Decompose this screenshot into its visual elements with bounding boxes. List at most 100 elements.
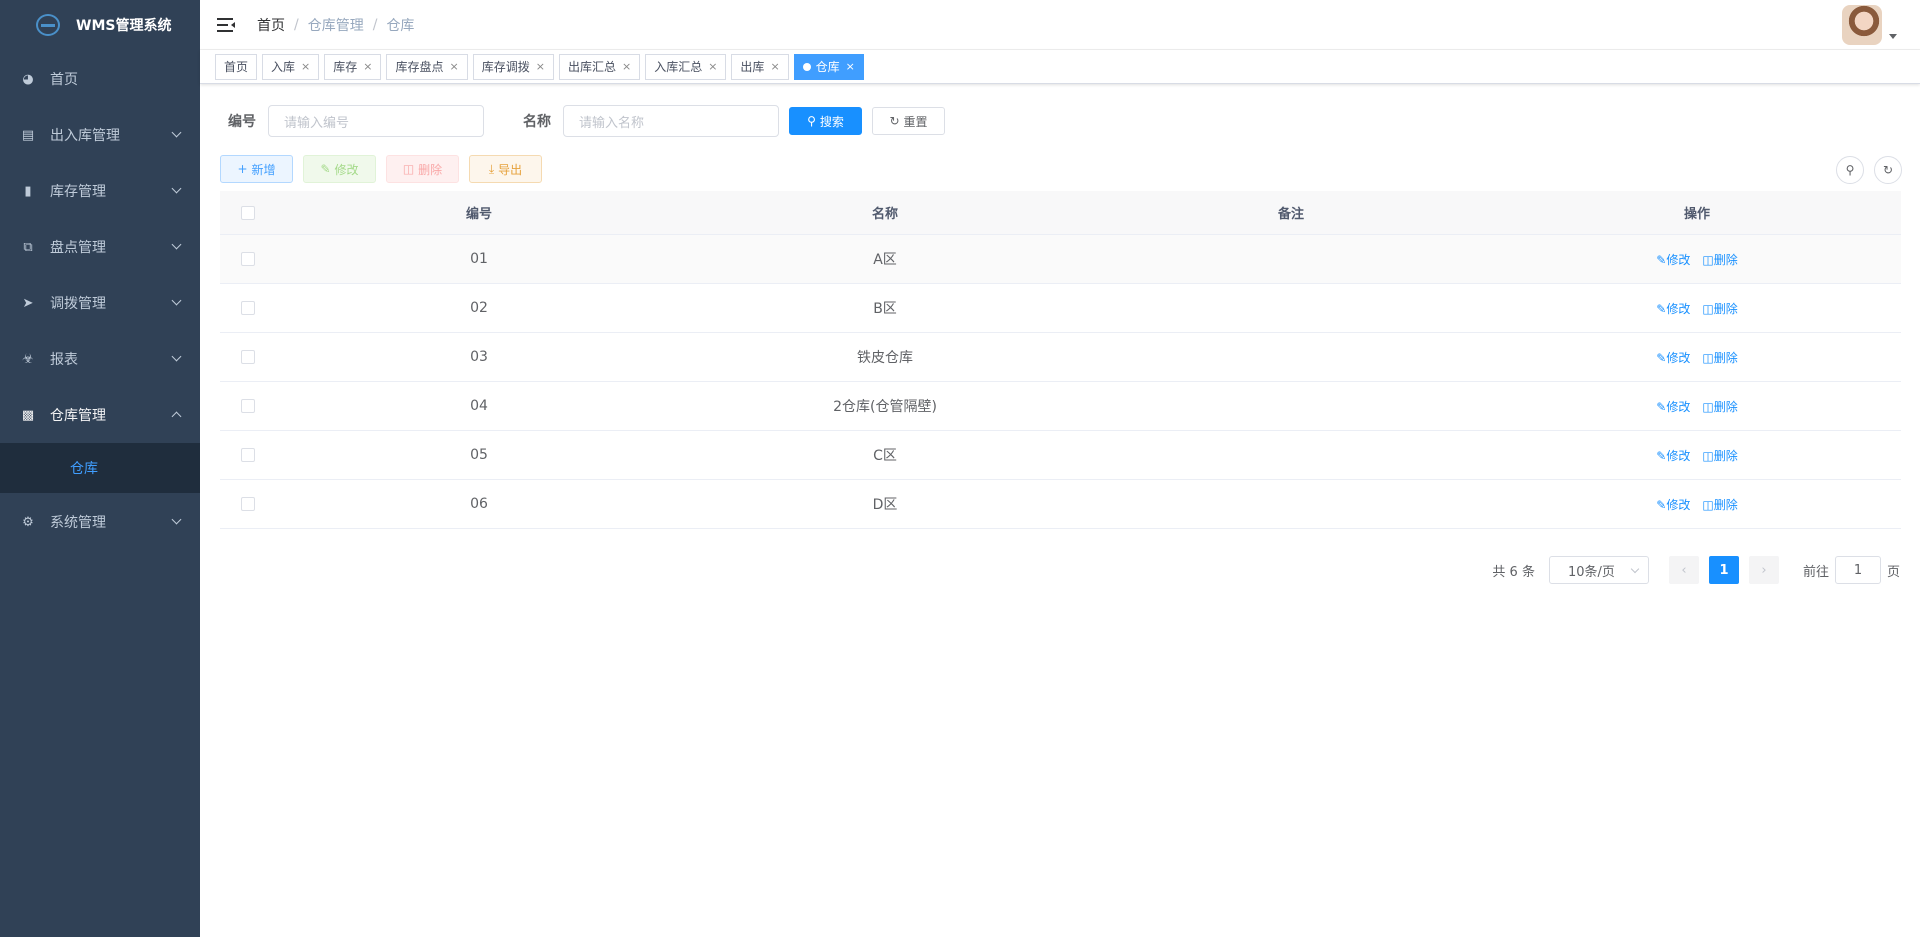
download-icon: ⤓ bbox=[488, 161, 495, 176]
refresh-button[interactable]: ↻ bbox=[1874, 156, 1902, 184]
export-button-label: 导出 bbox=[498, 162, 523, 177]
chevron-down-icon bbox=[171, 183, 182, 194]
tag-label: 出库汇总 bbox=[567, 60, 616, 74]
tag-label: 出库 bbox=[740, 60, 765, 74]
prev-page-button[interactable]: ‹ bbox=[1668, 556, 1699, 584]
trash-icon: ◫ bbox=[1702, 301, 1714, 316]
breadcrumb-home[interactable]: 首页 bbox=[257, 15, 285, 35]
sidebar-item-home[interactable]: ◕ 首页 bbox=[0, 51, 200, 107]
logo[interactable]: WMS管理系统 bbox=[0, 0, 200, 50]
search-button[interactable]: ⚲ 搜索 bbox=[789, 107, 862, 135]
tag-inventory[interactable]: 库存 × bbox=[324, 53, 382, 80]
caret-down-icon[interactable] bbox=[1889, 34, 1897, 39]
row-edit-link[interactable]: ✎修改 bbox=[1656, 447, 1690, 464]
row-delete-link[interactable]: ◫删除 bbox=[1702, 349, 1737, 366]
sidebar-subitem-warehouse[interactable]: 仓库 bbox=[0, 443, 200, 493]
close-icon[interactable]: × bbox=[301, 60, 310, 73]
sidebar-item-label: 库存管理 bbox=[50, 184, 106, 200]
edit-icon: ✎ bbox=[320, 162, 331, 176]
row-checkbox[interactable] bbox=[241, 497, 255, 511]
tag-warehouse[interactable]: 仓库 × bbox=[793, 53, 864, 80]
select-all-checkbox[interactable] bbox=[241, 205, 255, 220]
page-size-select[interactable]: 10条/页 bbox=[1548, 556, 1649, 584]
toggle-search-button[interactable]: ⚲ bbox=[1836, 156, 1864, 184]
row-delete-link[interactable]: ◫删除 bbox=[1702, 398, 1737, 415]
sidebar-item-report[interactable]: ☣ 报表 bbox=[0, 331, 200, 387]
avatar[interactable] bbox=[1842, 5, 1882, 45]
tag-outbound[interactable]: 出库 × bbox=[731, 53, 789, 80]
row-edit-link[interactable]: ✎修改 bbox=[1656, 349, 1690, 366]
name-input[interactable]: 请输入名称 bbox=[563, 105, 779, 137]
table-row[interactable]: 06 D区 ✎修改 ◫删除 bbox=[220, 480, 1901, 529]
search-button-label: 搜索 bbox=[819, 114, 844, 129]
copy-icon: ⧉ bbox=[23, 239, 33, 255]
add-button[interactable]: + 新增 bbox=[220, 155, 293, 183]
pagination-total: 共 6 条 bbox=[1492, 564, 1535, 580]
cell-code: 02 bbox=[470, 300, 488, 316]
sidebar-item-warehouse[interactable]: ▩ 仓库管理 bbox=[0, 387, 200, 443]
tag-outbound-summary[interactable]: 出库汇总 × bbox=[558, 53, 641, 80]
header-actions: 操作 bbox=[1683, 207, 1710, 222]
close-icon[interactable]: × bbox=[536, 60, 545, 73]
row-checkbox[interactable] bbox=[241, 399, 255, 413]
table-row[interactable]: 04 2仓库(仓管隔壁) ✎修改 ◫删除 bbox=[220, 382, 1901, 431]
code-input[interactable]: 请输入编号 bbox=[268, 105, 484, 137]
sidebar-item-transfer[interactable]: ➤ 调拨管理 bbox=[0, 275, 200, 331]
row-edit-link[interactable]: ✎修改 bbox=[1656, 496, 1690, 513]
sidebar-item-inventory[interactable]: ▮ 库存管理 bbox=[0, 163, 200, 219]
chevron-down-icon bbox=[1630, 564, 1640, 573]
hamburger-icon[interactable] bbox=[217, 17, 235, 32]
tag-label: 库存调拨 bbox=[481, 60, 530, 74]
table-row[interactable]: 02 B区 ✎修改 ◫删除 bbox=[220, 284, 1901, 333]
row-edit-link[interactable]: ✎修改 bbox=[1656, 251, 1690, 268]
edit-button-label: 修改 bbox=[334, 162, 359, 177]
refresh-icon: ↻ bbox=[1882, 163, 1894, 177]
edit-icon: ✎ bbox=[1656, 252, 1667, 267]
close-icon[interactable]: × bbox=[450, 60, 459, 73]
close-icon[interactable]: × bbox=[363, 60, 372, 73]
sidebar-item-system[interactable]: ⚙ 系统管理 bbox=[0, 494, 200, 550]
row-checkbox[interactable] bbox=[241, 252, 255, 266]
tag-home[interactable]: 首页 bbox=[215, 53, 258, 80]
tag-stocktake[interactable]: 库存盘点 × bbox=[386, 53, 468, 80]
row-delete-link[interactable]: ◫删除 bbox=[1702, 447, 1737, 464]
tag-transfer[interactable]: 库存调拨 × bbox=[472, 53, 554, 80]
tag-inbound[interactable]: 入库 × bbox=[262, 53, 320, 80]
table-row[interactable]: 01 A区 ✎修改 ◫删除 bbox=[220, 235, 1901, 284]
close-icon[interactable]: × bbox=[846, 60, 855, 73]
export-button[interactable]: ⤓ 导出 bbox=[469, 155, 542, 183]
cell-name: D区 bbox=[872, 497, 898, 513]
sidebar-item-label: 首页 bbox=[50, 72, 78, 88]
row-edit-label: 修改 bbox=[1666, 252, 1691, 267]
tag-label: 首页 bbox=[224, 60, 249, 74]
close-icon[interactable]: × bbox=[708, 60, 717, 73]
cell-actions: ✎修改 ◫删除 bbox=[1494, 349, 1900, 366]
trash-icon: ◫ bbox=[1702, 252, 1714, 267]
sidebar-item-inout[interactable]: ▤ 出入库管理 bbox=[0, 107, 200, 163]
row-edit-link[interactable]: ✎修改 bbox=[1656, 398, 1690, 415]
reset-button[interactable]: ↻ 重置 bbox=[872, 107, 945, 135]
table-row[interactable]: 05 C区 ✎修改 ◫删除 bbox=[220, 431, 1901, 480]
delete-button[interactable]: ◫ 删除 bbox=[386, 155, 459, 183]
code-label: 编号 bbox=[228, 114, 256, 130]
row-edit-link[interactable]: ✎修改 bbox=[1656, 300, 1690, 317]
row-edit-label: 修改 bbox=[1666, 350, 1691, 365]
tag-inbound-summary[interactable]: 入库汇总 × bbox=[645, 53, 727, 80]
goto-page-input[interactable]: 1 bbox=[1834, 556, 1881, 584]
row-delete-link[interactable]: ◫删除 bbox=[1702, 496, 1737, 513]
row-delete-link[interactable]: ◫删除 bbox=[1702, 251, 1737, 268]
close-icon[interactable]: × bbox=[622, 60, 631, 73]
sidebar-item-stocktake[interactable]: ⧉ 盘点管理 bbox=[0, 219, 200, 275]
search-form: 编号 请输入编号 名称 请输入名称 ⚲ 搜索 ↻ 重置 bbox=[220, 105, 945, 137]
row-checkbox[interactable] bbox=[241, 350, 255, 364]
table-row[interactable]: 03 铁皮仓库 ✎修改 ◫删除 bbox=[220, 333, 1901, 382]
page-number-current[interactable]: 1 bbox=[1708, 556, 1739, 584]
edit-button[interactable]: ✎ 修改 bbox=[303, 155, 376, 183]
cell-code: 01 bbox=[470, 251, 488, 267]
header-name: 名称 bbox=[871, 207, 898, 222]
close-icon[interactable]: × bbox=[770, 60, 779, 73]
row-checkbox[interactable] bbox=[241, 448, 255, 462]
row-delete-link[interactable]: ◫删除 bbox=[1702, 300, 1737, 317]
row-checkbox[interactable] bbox=[241, 301, 255, 315]
next-page-button[interactable]: › bbox=[1748, 556, 1779, 584]
